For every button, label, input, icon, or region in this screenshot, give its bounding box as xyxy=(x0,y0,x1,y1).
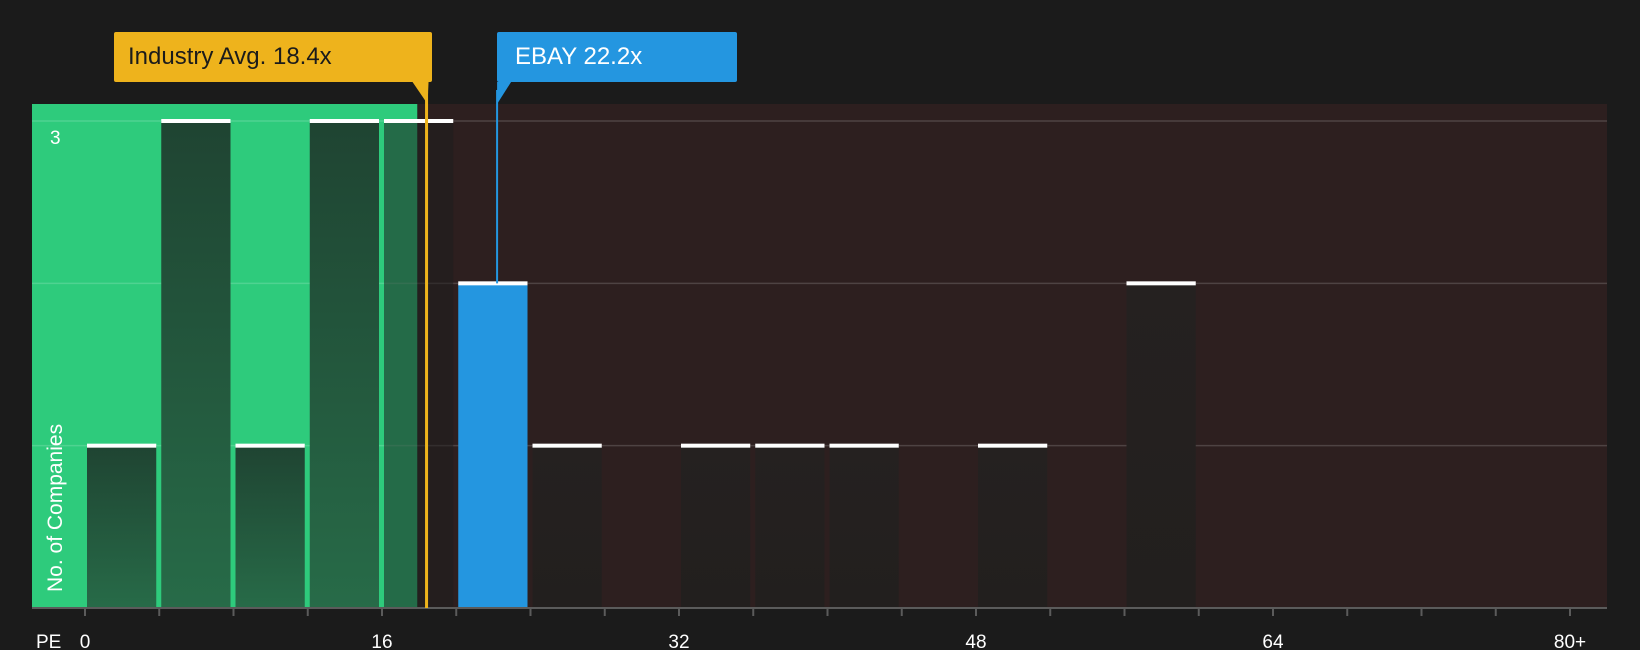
industry-callout-pointer xyxy=(412,82,429,104)
histogram-bar xyxy=(87,445,157,608)
histogram-bar xyxy=(755,445,825,608)
bar-top-marker xyxy=(532,443,602,448)
x-tick-label: 48 xyxy=(965,632,986,650)
company-bar xyxy=(458,283,528,608)
bar-top-marker xyxy=(755,443,825,448)
bar-top-marker xyxy=(681,443,751,448)
x-tick-label: 64 xyxy=(1262,632,1284,650)
histogram-bar xyxy=(532,445,602,608)
bar-top-marker xyxy=(87,443,157,448)
bar-top-marker xyxy=(161,119,231,123)
bar-top-marker xyxy=(235,443,305,448)
x-tick-label: 32 xyxy=(668,632,689,650)
industry-average-callout: Industry Avg. 18.4x xyxy=(114,32,432,82)
histogram-bar xyxy=(384,121,454,608)
chart-canvas: 0 16 32 48 64 80+ PE 3 No. of Companies xyxy=(32,82,1607,650)
histogram-bar xyxy=(309,121,379,608)
bar-top-marker xyxy=(384,119,454,123)
histogram-bar xyxy=(235,445,305,608)
histogram-bar xyxy=(681,445,751,608)
y-tick-label: 3 xyxy=(50,128,61,149)
x-tick-label: 0 xyxy=(80,632,91,650)
pe-distribution-chart: 0 16 32 48 64 80+ PE 3 No. of Companies Industry… xyxy=(0,0,1640,650)
histogram-bar xyxy=(1126,283,1196,608)
x-tick-label: 80+ xyxy=(1554,632,1586,650)
bar-top-marker xyxy=(1126,281,1196,286)
bar-top-marker xyxy=(309,119,379,123)
histogram-bar xyxy=(161,121,231,608)
histogram-bar xyxy=(978,445,1048,608)
company-callout-pointer xyxy=(497,82,512,104)
company-pe-callout: EBAY 22.2x xyxy=(497,32,737,82)
x-axis-title: PE xyxy=(36,632,61,650)
bar-top-marker xyxy=(978,443,1048,448)
x-tick-label: 16 xyxy=(371,632,392,650)
histogram-bar xyxy=(829,445,899,608)
y-axis-title: No. of Companies xyxy=(44,424,67,592)
bar-top-marker xyxy=(458,281,528,286)
bar-top-marker xyxy=(829,443,899,448)
